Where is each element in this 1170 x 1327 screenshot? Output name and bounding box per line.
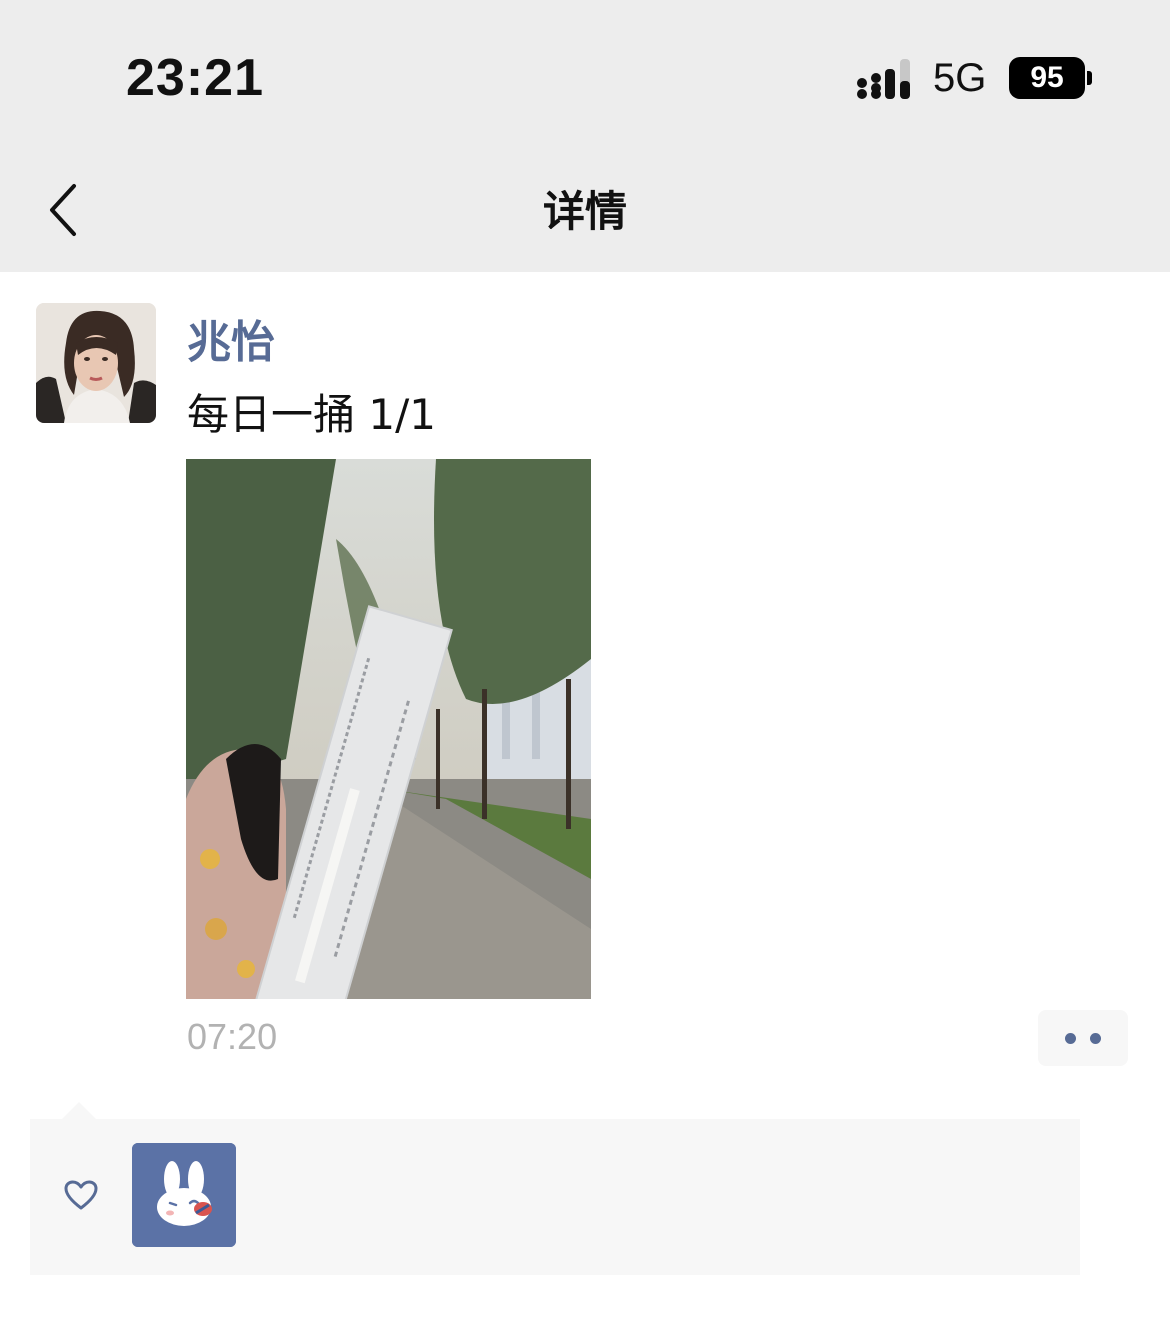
signal-icon	[857, 59, 910, 99]
author-name[interactable]: 兆怡	[187, 306, 275, 370]
author-avatar[interactable]	[36, 303, 156, 423]
network-type: 5G	[933, 56, 987, 100]
likes-panel-arrow	[62, 1102, 96, 1119]
more-dot	[1065, 1033, 1076, 1044]
battery-icon: 95	[1009, 57, 1085, 99]
portrait-image	[36, 303, 156, 423]
post-time: 07:20	[187, 1016, 278, 1057]
more-dots-icon[interactable]	[1038, 1010, 1128, 1066]
more-dot	[1090, 1033, 1101, 1044]
status-bar: 23:21 5G 95	[0, 0, 1170, 150]
page-title: 详情	[542, 187, 627, 236]
heart-icon	[64, 1180, 98, 1210]
photo-content	[186, 459, 591, 999]
post-photo[interactable]	[186, 459, 591, 999]
status-time: 23:21	[126, 49, 264, 107]
post-text: 每日一捅 1/1	[187, 390, 436, 439]
nav-bar: 详情	[0, 150, 1170, 272]
battery-tip	[1087, 71, 1092, 85]
likes-panel	[30, 1119, 1080, 1275]
bunny-icon	[132, 1143, 236, 1247]
bunny-avatar[interactable]	[132, 1143, 236, 1247]
